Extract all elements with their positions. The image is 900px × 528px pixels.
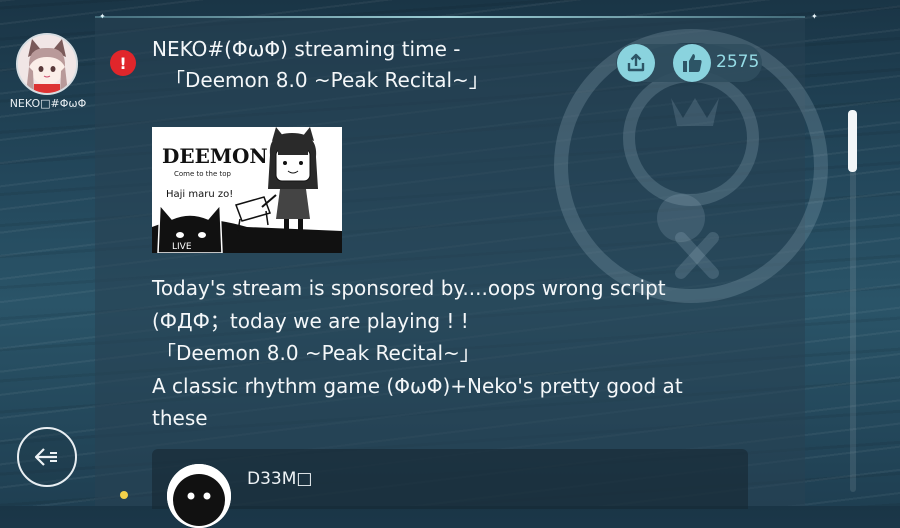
share-icon (627, 53, 645, 72)
post-body-line: (ФДФ；today we are playing ! ! (152, 308, 469, 333)
author-avatar[interactable] (16, 33, 78, 95)
indicator-dot (120, 491, 128, 499)
like-count: 2575 (716, 52, 760, 72)
post-title-line: NEKO#(ΦωΦ) streaming time - (152, 37, 461, 61)
back-arrow-icon (34, 448, 57, 466)
cat-girl-avatar-icon (18, 35, 76, 93)
deemon-thumbnail-image: DEEMON Come to the top Haji maru zo! LIV… (152, 127, 342, 253)
sparkle: ✦ (811, 12, 818, 21)
stream-thumbnail[interactable]: DEEMON Come to the top Haji maru zo! LIV… (152, 127, 342, 253)
post-body: Today's stream is sponsored by....oops w… (152, 272, 732, 435)
back-button[interactable] (17, 427, 77, 487)
thumb-caption: Haji maru zo! (166, 189, 233, 200)
post-title: NEKO#(ΦωΦ) streaming time - 「Deemon 8.0 … (152, 34, 532, 96)
alert-icon[interactable]: ! (110, 50, 136, 76)
panel-top-border (95, 16, 805, 18)
reply-avatar[interactable] (167, 464, 231, 528)
post-body-line: 「Deemon 8.0 ~Peak Recital~」 (156, 341, 480, 365)
thumbs-up-icon (683, 54, 702, 72)
post-title-line: 「Deemon 8.0 ~Peak Recital~」 (165, 68, 489, 92)
share-button[interactable] (617, 44, 655, 82)
thumb-badge: LIVE (172, 242, 192, 252)
post-body-line: these (152, 406, 208, 430)
blob-face-avatar-icon (167, 464, 231, 528)
post-body-line: Today's stream is sponsored by....oops w… (152, 276, 666, 300)
scrollbar-thumb[interactable] (848, 110, 857, 172)
post-body-line: A classic rhythm game (ΦωΦ)+Neko's prett… (152, 373, 683, 398)
like-button[interactable] (673, 44, 711, 82)
thumb-tagline: Come to the top (174, 170, 232, 178)
reply-card[interactable] (152, 449, 748, 509)
reply-author-name: D33M□ (247, 469, 313, 489)
author-name: NEKO□#ΦωΦ (9, 97, 87, 110)
thumb-logo: DEEMON (162, 144, 268, 168)
